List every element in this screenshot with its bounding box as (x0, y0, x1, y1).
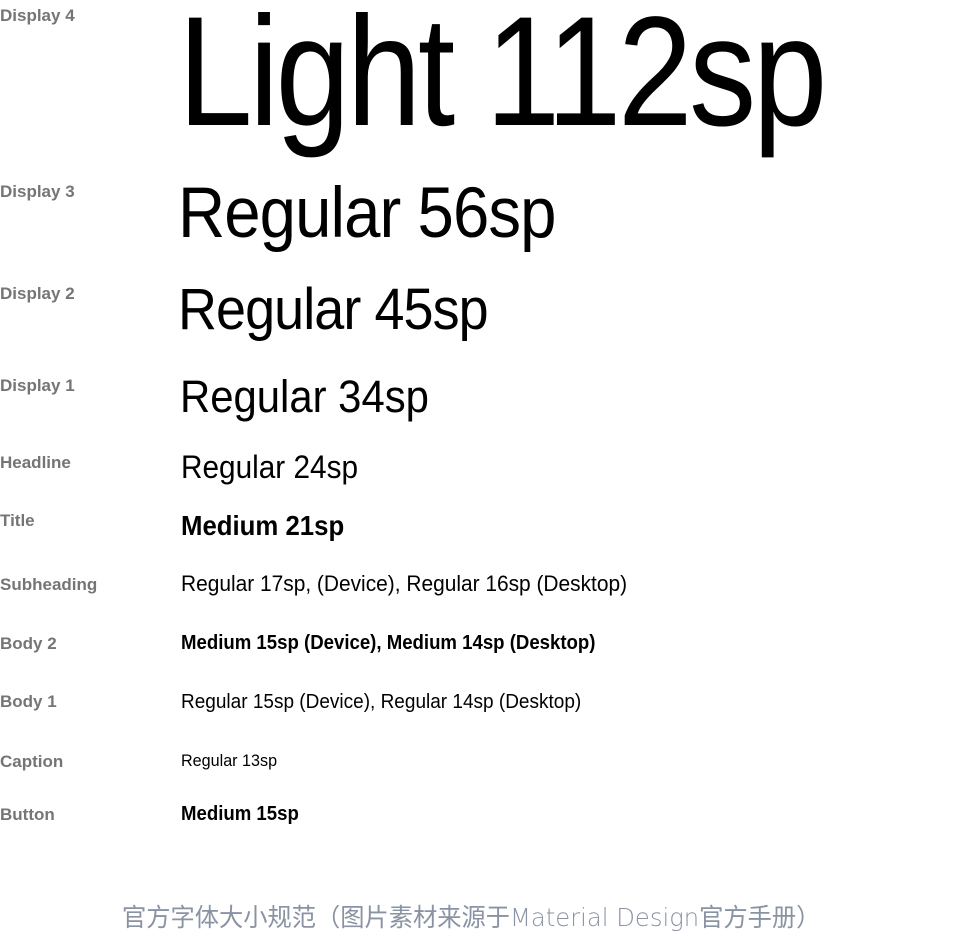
sample-display-2: Regular 45sp (178, 277, 489, 342)
label-caption: Caption (0, 752, 64, 771)
label-subheading: Subheading (0, 575, 98, 594)
label-body-2: Body 2 (0, 634, 57, 653)
sample-display-4: Light 112sp (178, 0, 827, 159)
label-button: Button (0, 805, 55, 824)
sample-subheading: Regular 17sp, (Device), Regular 16sp (De… (181, 571, 628, 596)
sample-display-1: Regular 34sp (180, 371, 429, 422)
footer-caption: 官方字体大小规范（图片素材来源于Material Design官方手册） (122, 903, 821, 932)
sample-button: Medium 15sp (181, 803, 299, 825)
label-display-4: Display 4 (0, 6, 75, 25)
sample-body-1: Regular 15sp (Device), Regular 14sp (Des… (181, 691, 582, 713)
label-body-1: Body 1 (0, 692, 57, 711)
sample-title: Medium 21sp (181, 510, 345, 541)
label-display-3: Display 3 (0, 182, 75, 201)
sample-headline: Regular 24sp (181, 449, 359, 485)
label-display-1: Display 1 (0, 376, 75, 395)
sample-caption: Regular 13sp (181, 751, 278, 770)
sample-body-2: Medium 15sp (Device), Medium 14sp (Deskt… (181, 632, 596, 654)
label-display-2: Display 2 (0, 284, 75, 303)
label-headline: Headline (0, 453, 71, 472)
label-title: Title (0, 511, 35, 530)
sample-display-3: Regular 56sp (178, 174, 556, 253)
